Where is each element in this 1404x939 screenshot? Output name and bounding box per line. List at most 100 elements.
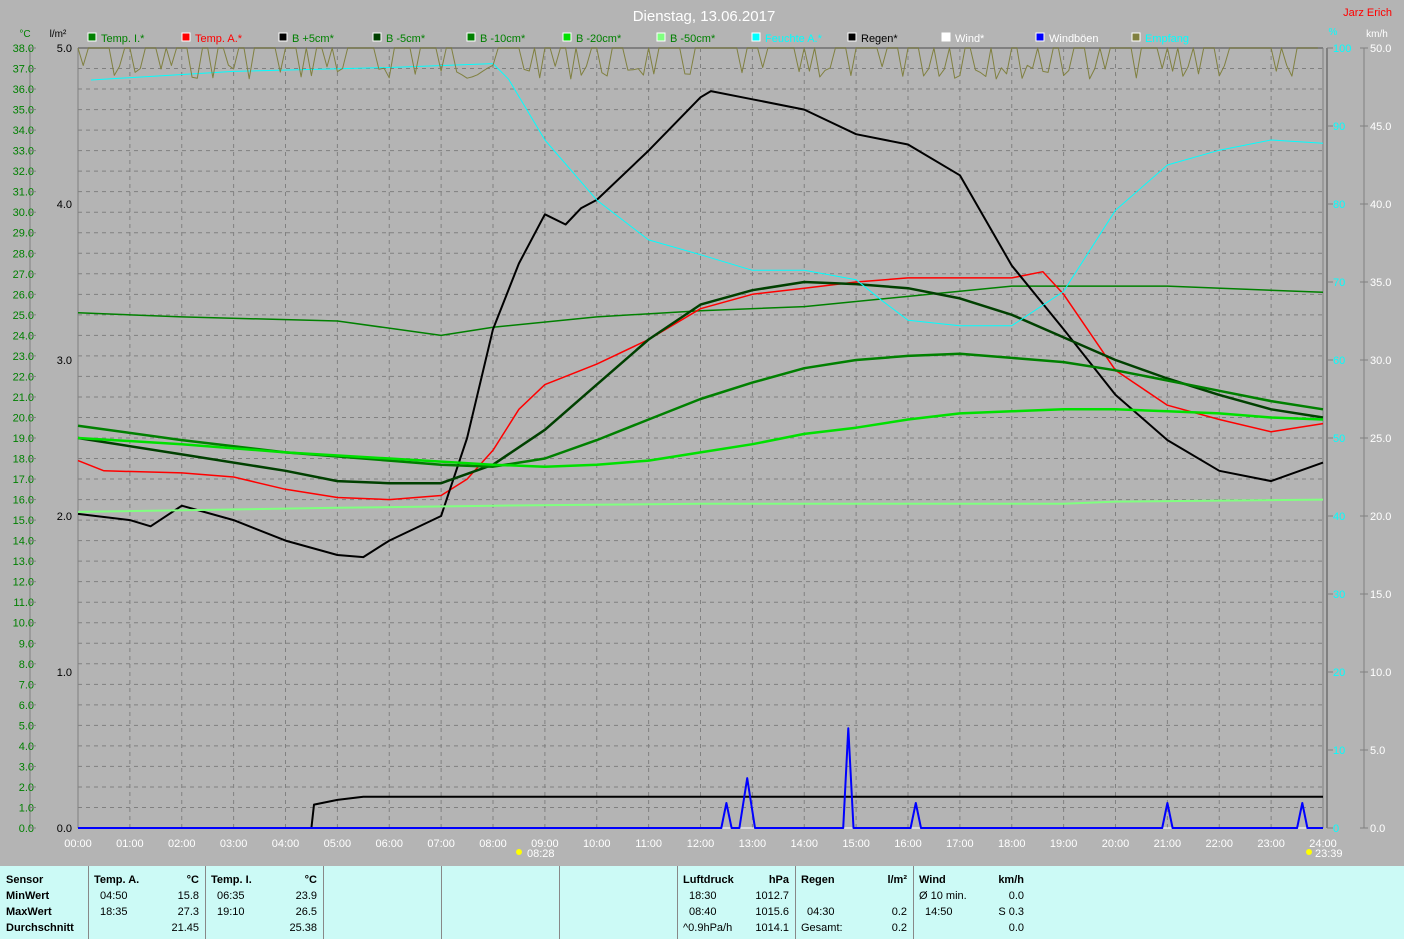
humidity-axis-unit: % <box>1329 27 1338 38</box>
legend-swatch <box>372 32 382 42</box>
x-tick-label: 15:00 <box>842 838 870 850</box>
legend-swatch <box>751 32 761 42</box>
x-tick-label: 07:00 <box>427 838 455 850</box>
stats-time: 14:50 <box>925 906 953 918</box>
stats-col-wind: Wind km/h Ø 10 min. 0.0 14:50 S 0.3 0.0 <box>913 866 1030 939</box>
temp-tick-label: 13.0 <box>13 556 34 568</box>
stats-value: 21.45 <box>171 922 199 934</box>
x-tick-label: 03:00 <box>220 838 248 850</box>
temp-tick-label: 9.0 <box>19 638 34 650</box>
humidity-tick-label: 50 <box>1333 433 1345 445</box>
humidity-tick-label: 10 <box>1333 745 1345 757</box>
stats-time: 06:35 <box>217 890 245 902</box>
stats-header: Temp. I. <box>211 874 252 886</box>
legend-label: Feuchte A.* <box>765 33 823 45</box>
stats-value: 26.5 <box>295 906 317 918</box>
stats-total-label: Gesamt: <box>801 922 843 934</box>
stats-header: Wind <box>919 874 946 886</box>
x-tick-label: 22:00 <box>1205 838 1233 850</box>
legend-swatch <box>466 32 476 42</box>
stats-col-empty <box>441 866 560 939</box>
temp-tick-label: 19.0 <box>13 433 34 445</box>
chart-title: Dienstag, 13.06.2017 <box>633 8 776 25</box>
temp-tick-label: 4.0 <box>19 741 34 753</box>
stats-header: Sensor <box>6 874 44 886</box>
x-tick-label: 17:00 <box>946 838 974 850</box>
wind-tick-label: 0.0 <box>1370 823 1385 835</box>
humidity-tick-label: 0 <box>1333 823 1339 835</box>
x-tick-label: 06:00 <box>375 838 403 850</box>
temp-tick-label: 37.0 <box>13 64 34 76</box>
x-tick-label: 00:00 <box>64 838 92 850</box>
legend-swatch <box>941 32 951 42</box>
rain-tick-label: 1.0 <box>57 667 72 679</box>
legend-swatch <box>87 32 97 42</box>
temp-tick-label: 10.0 <box>13 618 34 630</box>
humidity-tick-label: 100 <box>1333 43 1351 55</box>
stats-value: 23.9 <box>295 890 317 902</box>
temp-tick-label: 31.0 <box>13 187 34 199</box>
temp-tick-label: 25.0 <box>13 310 34 322</box>
sunset-icon <box>1306 849 1312 855</box>
stats-avg-label: Ø 10 min. <box>919 890 967 902</box>
legend-label: Empfang <box>1145 33 1189 45</box>
legend-swatch <box>656 32 666 42</box>
wind-axis-unit: km/h <box>1366 29 1388 40</box>
temp-tick-label: 26.0 <box>13 289 34 301</box>
x-tick-label: 02:00 <box>168 838 196 850</box>
temp-tick-label: 38.0 <box>13 43 34 55</box>
stats-col-rain: Regen l/m² 04:30 0.2 Gesamt: 0.2 <box>795 866 914 939</box>
legend-swatch <box>847 32 857 42</box>
stats-unit: hPa <box>768 874 789 886</box>
rain-tick-label: 3.0 <box>57 355 72 367</box>
x-tick-label: 14:00 <box>790 838 818 850</box>
temp-tick-label: 11.0 <box>13 597 34 609</box>
weather-chart: Dienstag, 13.06.2017 Jarz Erich °C l/m² … <box>13 7 1392 860</box>
legend-label: B +5cm* <box>292 33 335 45</box>
stats-trend: ^0.9hPa/h <box>683 922 733 934</box>
temp-tick-label: 18.0 <box>13 454 34 466</box>
legend-swatch <box>1131 32 1141 42</box>
stats-unit: km/h <box>998 874 1024 886</box>
legend-swatch <box>562 32 572 42</box>
humidity-tick-label: 20 <box>1333 667 1345 679</box>
wind-tick-label: 20.0 <box>1370 511 1391 523</box>
temp-tick-label: 29.0 <box>13 228 34 240</box>
stats-col-sensor: Sensor MinWert MaxWert Durchschnitt <box>0 866 89 939</box>
wind-tick-label: 10.0 <box>1370 667 1391 679</box>
x-tick-label: 10:00 <box>583 838 611 850</box>
stats-time: 19:10 <box>217 906 245 918</box>
temp-tick-label: 14.0 <box>13 536 34 548</box>
wind-tick-label: 30.0 <box>1370 355 1391 367</box>
stats-value: 0.2 <box>891 922 907 934</box>
temp-tick-label: 1.0 <box>19 802 34 814</box>
stats-max-label: MaxWert <box>6 906 52 918</box>
legend-label: B -10cm* <box>480 33 526 45</box>
series-line-empfang <box>77 47 1318 80</box>
stats-header: Regen <box>801 874 835 886</box>
stats-value: 25.38 <box>289 922 317 934</box>
temp-tick-label: 15.0 <box>13 515 34 527</box>
x-tick-label: 18:00 <box>998 838 1026 850</box>
temp-tick-label: 0.0 <box>19 823 34 835</box>
temp-tick-label: 16.0 <box>13 495 34 507</box>
stats-time: 04:50 <box>100 890 128 902</box>
rain-tick-label: 0.0 <box>57 823 72 835</box>
temp-tick-label: 32.0 <box>13 166 34 178</box>
legend-label: Windböen <box>1049 33 1099 45</box>
stats-col-pressure: Luftdruck hPa 18:30 1012.7 08:40 1015.6 ^0.… <box>677 866 796 939</box>
wind-tick-label: 35.0 <box>1370 277 1391 289</box>
legend-swatch <box>181 32 191 42</box>
stats-value: S 0.3 <box>998 906 1024 918</box>
stats-table: Sensor MinWert MaxWert Durchschnitt Temp… <box>0 866 1404 939</box>
stats-value: 0.0 <box>1008 922 1024 934</box>
stats-value: 1015.6 <box>755 906 789 918</box>
rain-axis-unit: l/m² <box>50 29 67 40</box>
x-tick-label: 12:00 <box>687 838 715 850</box>
x-tick-label: 01:00 <box>116 838 144 850</box>
x-tick-label: 04:00 <box>272 838 300 850</box>
stats-value: 0.0 <box>1008 890 1024 902</box>
humidity-tick-label: 90 <box>1333 121 1345 133</box>
x-tick-label: 08:00 <box>479 838 507 850</box>
temp-tick-label: 24.0 <box>13 330 34 342</box>
